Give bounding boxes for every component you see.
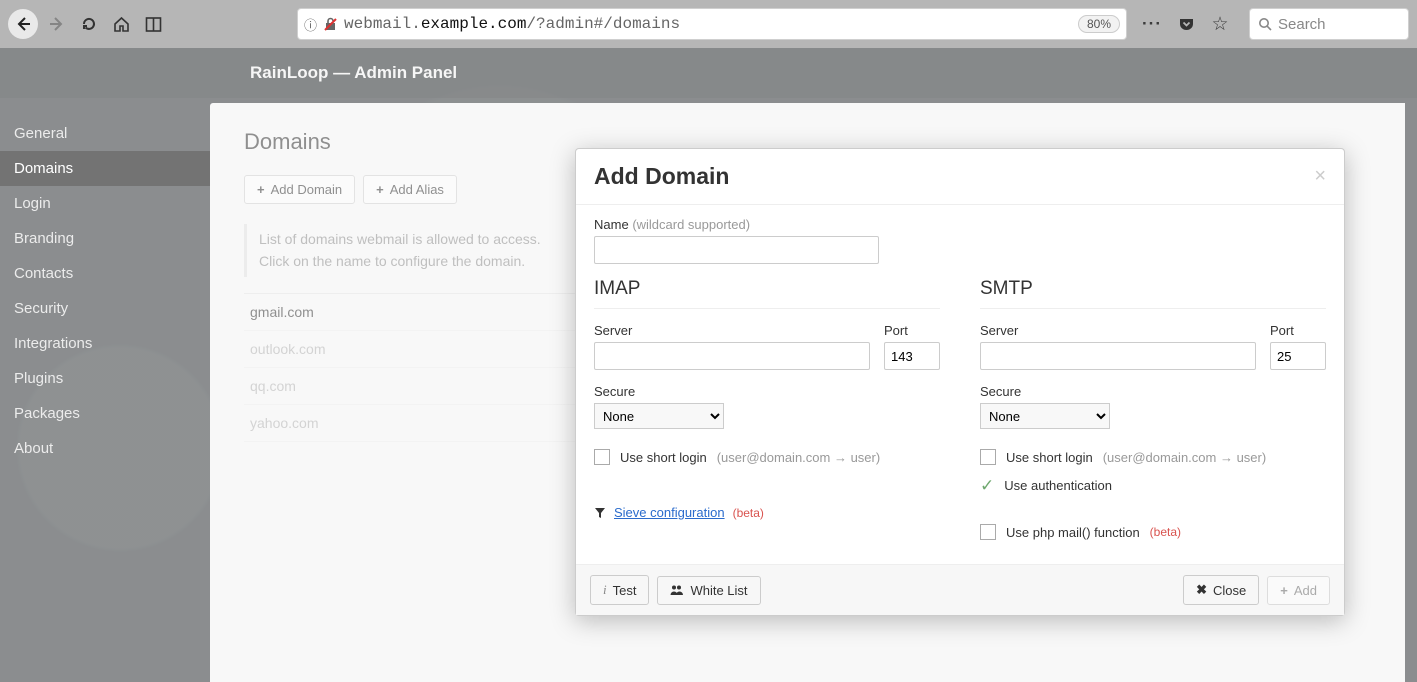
- pocket-icon[interactable]: [1173, 11, 1199, 37]
- back-button[interactable]: [8, 9, 38, 39]
- reload-button[interactable]: [76, 11, 102, 37]
- test-button-label: Test: [613, 583, 637, 598]
- imap-short-login-hint: (user@domain.com → user): [717, 450, 880, 465]
- zoom-badge[interactable]: 80%: [1078, 15, 1120, 33]
- add-button[interactable]: + Add: [1267, 576, 1330, 605]
- imap-section: IMAP Server Port Secure: [594, 278, 940, 540]
- imap-server-input[interactable]: [594, 342, 870, 370]
- imap-short-login-checkbox[interactable]: [594, 449, 610, 465]
- browser-search-bar[interactable]: Search: [1249, 8, 1409, 40]
- users-icon: [670, 584, 684, 596]
- smtp-short-login-label: Use short login: [1006, 450, 1093, 465]
- menu-icon[interactable]: ···: [1139, 11, 1165, 37]
- whitelist-button[interactable]: White List: [657, 576, 760, 605]
- smtp-secure-label: Secure: [980, 384, 1326, 399]
- smtp-phpmail-checkbox[interactable]: [980, 524, 996, 540]
- smtp-server-input[interactable]: [980, 342, 1256, 370]
- smtp-server-label: Server: [980, 323, 1256, 338]
- name-label-text: Name: [594, 217, 629, 232]
- bookmark-icon[interactable]: ☆: [1207, 11, 1233, 37]
- sieve-beta: (beta): [733, 506, 764, 520]
- imap-secure-label: Secure: [594, 384, 940, 399]
- search-icon: [1258, 17, 1272, 31]
- imap-heading: IMAP: [594, 278, 940, 309]
- insecure-icon: [323, 17, 338, 32]
- imap-port-label: Port: [884, 323, 940, 338]
- browser-toolbar: ⓘ webmail.example.com/?admin#/domains 80…: [0, 0, 1417, 48]
- home-button[interactable]: [108, 11, 134, 37]
- domain-name-input[interactable]: [594, 236, 879, 264]
- smtp-phpmail-label: Use php mail() function: [1006, 525, 1140, 540]
- imap-secure-select[interactable]: None: [594, 403, 724, 429]
- smtp-section: SMTP Server Port Secure: [980, 278, 1326, 540]
- imap-port-input[interactable]: [884, 342, 940, 370]
- imap-short-login-label: Use short login: [620, 450, 707, 465]
- search-placeholder: Search: [1278, 16, 1326, 33]
- close-icon: ✖: [1196, 582, 1207, 598]
- name-label-hint: (wildcard supported): [632, 217, 750, 232]
- modal-title: Add Domain: [594, 163, 729, 190]
- close-button[interactable]: ✖ Close: [1183, 575, 1259, 605]
- plus-icon: +: [1280, 583, 1288, 598]
- filter-icon: [594, 507, 606, 519]
- name-label: Name (wildcard supported): [594, 217, 1326, 232]
- smtp-short-login-hint: (user@domain.com → user): [1103, 450, 1266, 465]
- url-bar[interactable]: ⓘ webmail.example.com/?admin#/domains 80…: [297, 8, 1127, 40]
- info-icon[interactable]: ⓘ: [304, 15, 317, 34]
- checkmark-icon[interactable]: ✓: [980, 477, 994, 494]
- test-button[interactable]: i Test: [590, 575, 649, 605]
- whitelist-button-label: White List: [690, 583, 747, 598]
- smtp-phpmail-beta: (beta): [1150, 525, 1181, 539]
- smtp-port-input[interactable]: [1270, 342, 1326, 370]
- add-domain-modal: Add Domain × Name (wildcard supported) I…: [575, 148, 1345, 616]
- smtp-secure-select[interactable]: None: [980, 403, 1110, 429]
- info-icon: i: [603, 582, 607, 598]
- reader-button[interactable]: [140, 11, 166, 37]
- imap-server-label: Server: [594, 323, 870, 338]
- smtp-use-auth-label: Use authentication: [1004, 478, 1112, 493]
- close-button-label: Close: [1213, 583, 1246, 598]
- forward-button[interactable]: [44, 11, 70, 37]
- close-icon[interactable]: ×: [1314, 165, 1326, 188]
- smtp-short-login-checkbox[interactable]: [980, 449, 996, 465]
- add-button-label: Add: [1294, 583, 1317, 598]
- smtp-port-label: Port: [1270, 323, 1326, 338]
- url-text: webmail.example.com/?admin#/domains: [344, 15, 1072, 33]
- sieve-config-link[interactable]: Sieve configuration: [614, 505, 725, 520]
- smtp-heading: SMTP: [980, 278, 1326, 309]
